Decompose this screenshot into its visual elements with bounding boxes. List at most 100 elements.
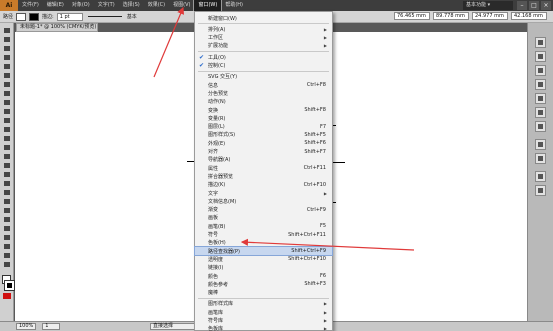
window-menu-item[interactable]: 扩展功能 ▶ xyxy=(195,42,332,50)
symbol-sprayer-tool-icon[interactable] xyxy=(2,225,12,232)
window-menu-item[interactable]: 路径查找器(P) Shift+Ctrl+F9 xyxy=(194,246,333,257)
shape-builder-tool-icon[interactable] xyxy=(2,171,12,178)
window-menu-item[interactable]: 魔棒 xyxy=(195,289,332,297)
pencil-tool-icon[interactable] xyxy=(2,108,12,115)
style-label[interactable]: 基本 xyxy=(127,13,137,20)
window-menu-item[interactable]: 颜色 F6 xyxy=(195,272,332,280)
zoom-tool-icon[interactable] xyxy=(2,261,12,268)
document-tab[interactable]: 未标题-1* @ 100% (CMYK/预览) xyxy=(16,23,98,32)
stroke-color-icon[interactable] xyxy=(4,280,15,291)
window-menu-item[interactable]: 画笔库 ▶ xyxy=(195,308,332,316)
window-menu-item[interactable]: ✔ 控制(C) xyxy=(195,62,332,70)
window-menu-item[interactable]: 拼合器预览 xyxy=(195,172,332,180)
minimize-button[interactable]: – xyxy=(517,1,527,10)
stroke-profile-dropdown[interactable] xyxy=(86,13,124,21)
perspective-grid-tool-icon[interactable] xyxy=(2,180,12,187)
width-tool-icon[interactable] xyxy=(2,153,12,160)
layers-panel-icon[interactable] xyxy=(535,171,546,182)
blend-tool-icon[interactable] xyxy=(2,216,12,223)
stroke-swatch[interactable] xyxy=(29,12,40,21)
symbols-panel-icon[interactable] xyxy=(535,93,546,104)
eraser-tool-icon[interactable] xyxy=(2,126,12,133)
window-menu-item[interactable]: 外观(E) Shift+F6 xyxy=(195,139,332,147)
window-menu-item[interactable]: 透明度 Shift+Ctrl+F10 xyxy=(195,255,332,263)
window-menu-item[interactable]: 导航器(A) xyxy=(195,156,332,164)
appearance-panel-icon[interactable] xyxy=(535,139,546,150)
window-menu-item[interactable]: 属性 Ctrl+F11 xyxy=(195,164,332,172)
menu-effect[interactable]: 效果(C) xyxy=(144,0,169,11)
y-field[interactable]: 89.778 mm xyxy=(433,12,469,20)
none-color-icon[interactable] xyxy=(3,293,11,299)
x-field[interactable]: 76.465 mm xyxy=(394,12,430,20)
direct-selection-tool-icon[interactable] xyxy=(2,36,12,43)
window-menu-item[interactable]: 变量(R) xyxy=(195,114,332,122)
artboard-tool-icon[interactable] xyxy=(2,243,12,250)
stroke-panel-icon[interactable] xyxy=(535,107,546,118)
zoom-select[interactable]: 100% xyxy=(16,323,37,330)
paintbrush-tool-icon[interactable] xyxy=(2,99,12,106)
menu-view[interactable]: 视图(V) xyxy=(169,0,194,11)
window-menu-item[interactable]: 图形样式(S) Shift+F5 xyxy=(195,131,332,139)
window-menu-item[interactable]: 新建窗口(W) xyxy=(195,14,332,22)
blob-brush-tool-icon[interactable] xyxy=(2,117,12,124)
graphic-styles-panel-icon[interactable] xyxy=(535,153,546,164)
close-button[interactable]: × xyxy=(541,1,551,10)
menu-window[interactable]: 窗口(W) xyxy=(193,0,223,12)
stroke-weight-field[interactable]: 1 pt xyxy=(56,12,83,21)
window-menu-item[interactable]: 动作(N) xyxy=(195,98,332,106)
gradient-tool-icon[interactable] xyxy=(2,198,12,205)
eyedropper-tool-icon[interactable] xyxy=(2,207,12,214)
width-field[interactable]: 24.977 mm xyxy=(472,12,508,20)
gradient-panel-icon[interactable] xyxy=(535,121,546,132)
window-menu-item[interactable]: ✔ 工具(O) xyxy=(195,53,332,61)
window-menu-item[interactable]: 画板 xyxy=(195,214,332,222)
column-graph-tool-icon[interactable] xyxy=(2,234,12,241)
menu-file[interactable]: 文件(F) xyxy=(18,0,43,11)
color-guide-panel-icon[interactable] xyxy=(535,51,546,62)
window-menu-item[interactable]: 颜色参考 Shift+F3 xyxy=(195,280,332,288)
window-menu-item[interactable]: 链接(I) xyxy=(195,264,332,272)
mesh-tool-icon[interactable] xyxy=(2,189,12,196)
window-menu-item[interactable]: 画笔(B) F5 xyxy=(195,222,332,230)
height-field[interactable]: 42.168 mm xyxy=(511,12,547,20)
window-menu-item[interactable]: 工作区 ▶ xyxy=(195,34,332,42)
window-menu-item[interactable]: 对齐 Shift+F7 xyxy=(195,148,332,156)
menu-edit[interactable]: 编辑(E) xyxy=(43,0,68,11)
window-menu-item[interactable]: 变换 Shift+F8 xyxy=(195,106,332,114)
color-panel-icon[interactable] xyxy=(535,37,546,48)
window-menu-item[interactable]: 文字 ▶ xyxy=(195,189,332,197)
menu-type[interactable]: 文字(T) xyxy=(94,0,119,11)
artboard-number[interactable]: 1 xyxy=(42,323,61,330)
window-menu-item[interactable]: 描边(K) Ctrl+F10 xyxy=(195,181,332,189)
window-menu-item[interactable]: 分色预览 xyxy=(195,89,332,97)
artboards-panel-icon[interactable] xyxy=(535,185,546,196)
window-menu-item[interactable]: 色板(H) xyxy=(195,239,332,247)
lasso-tool-icon[interactable] xyxy=(2,54,12,61)
window-menu-item[interactable]: 排列(A) ▶ xyxy=(195,25,332,33)
magic-wand-tool-icon[interactable] xyxy=(2,45,12,52)
window-menu-item[interactable]: 图层(L) F7 xyxy=(195,123,332,131)
menu-object[interactable]: 对象(O) xyxy=(68,0,94,11)
window-menu-item[interactable]: 符号库 ▶ xyxy=(195,317,332,325)
selection-tool-icon[interactable] xyxy=(2,27,12,34)
swatches-panel-icon[interactable] xyxy=(535,65,546,76)
window-menu-item[interactable]: 文档信息(M) xyxy=(195,197,332,205)
free-transform-tool-icon[interactable] xyxy=(2,162,12,169)
type-tool-icon[interactable] xyxy=(2,72,12,79)
window-menu-item[interactable]: 图形样式库 ▶ xyxy=(195,300,332,308)
fill-swatch[interactable] xyxy=(16,12,27,21)
window-menu-item[interactable]: SVG 交互(Y) xyxy=(195,73,332,81)
rotate-tool-icon[interactable] xyxy=(2,135,12,142)
window-menu-item[interactable]: 色板库 ▶ xyxy=(195,325,332,331)
window-menu-item[interactable]: 信息 Ctrl+F8 xyxy=(195,81,332,89)
rectangle-tool-icon[interactable] xyxy=(2,90,12,97)
line-tool-icon[interactable] xyxy=(2,81,12,88)
window-menu-item[interactable]: 符号 Shift+Ctrl+F11 xyxy=(195,231,332,239)
scale-tool-icon[interactable] xyxy=(2,144,12,151)
workspace-switcher[interactable]: 基本功能 ▾ xyxy=(463,1,513,10)
pen-tool-icon[interactable] xyxy=(2,63,12,70)
hand-tool-icon[interactable] xyxy=(2,252,12,259)
menu-select[interactable]: 选择(S) xyxy=(119,0,144,11)
brushes-panel-icon[interactable] xyxy=(535,79,546,90)
menu-help[interactable]: 帮助(H) xyxy=(221,0,247,11)
